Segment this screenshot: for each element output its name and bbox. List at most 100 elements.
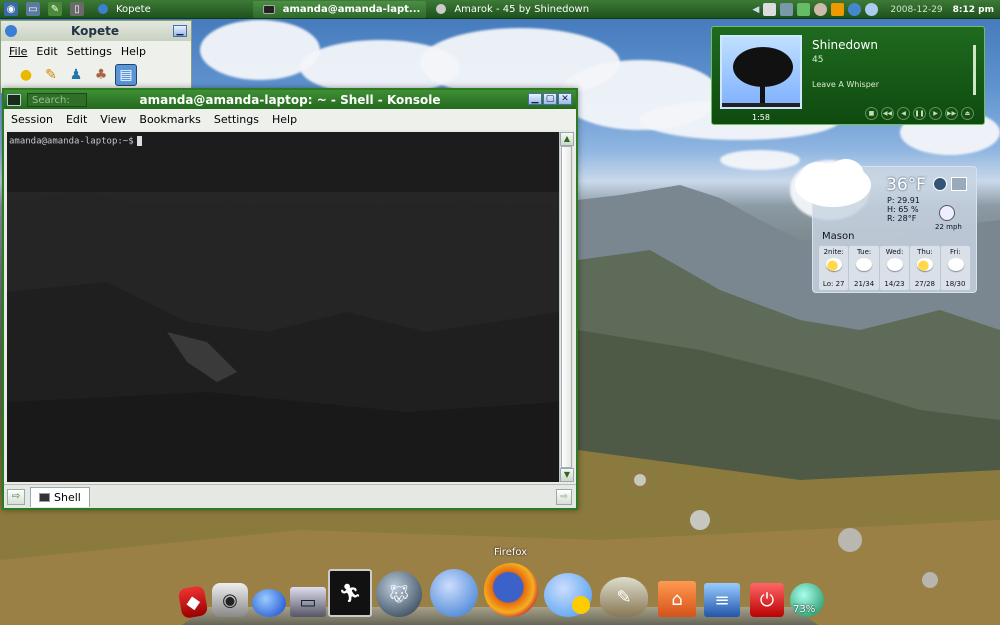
partly-sunny-icon	[826, 258, 842, 271]
menu-edit[interactable]: Edit	[66, 113, 87, 126]
firefox-icon[interactable]	[484, 563, 538, 617]
kopete-titlebar[interactable]: Kopete ▁	[1, 21, 191, 41]
tray-arrow-icon[interactable]: ◀	[752, 5, 759, 15]
kopete-menu-settings[interactable]: Settings	[67, 45, 112, 58]
dock-hover-label: Firefox	[494, 547, 528, 558]
menu-view[interactable]: View	[100, 113, 126, 126]
runner-app-icon[interactable]: 🏃︎	[328, 569, 372, 617]
kopete-minimize-button[interactable]: ▁	[173, 25, 187, 37]
dock: Firefox ◆ ◉ ▭ 🏃︎ 🐺︎ ✎ ⌂ ≡ ⏻ 73%	[172, 547, 828, 625]
forecast-day-name: Thu:	[917, 248, 933, 256]
camera-icon[interactable]: ◉	[212, 583, 248, 617]
snow-cloud-icon	[856, 258, 873, 271]
city-name: Mason	[822, 231, 855, 242]
partly-sunny-icon	[917, 258, 934, 271]
bubble-app-icon[interactable]	[252, 589, 286, 617]
forecast-hilo: 14/23	[884, 280, 905, 288]
pause-icon[interactable]: ❚❚	[913, 107, 926, 120]
contacts-icon[interactable]: ♣	[90, 64, 112, 86]
folder-icon[interactable]: ▤	[115, 64, 137, 86]
star-icon[interactable]	[797, 3, 811, 16]
add-contact-icon[interactable]: ♟	[65, 64, 87, 86]
amarok-widget: Shinedown 45 Leave A Whisper 1:58 ■ ◀◀ ◀…	[711, 26, 985, 125]
tab-shell[interactable]: Shell	[30, 486, 90, 507]
realfeel: R: 28°F	[887, 214, 917, 223]
menu-settings[interactable]: Settings	[214, 113, 259, 126]
konsole-icon	[262, 4, 275, 14]
edit-icon[interactable]: ✎	[40, 64, 62, 86]
menu-session[interactable]: Session	[11, 113, 53, 126]
scrollbar-thumb[interactable]	[561, 146, 572, 468]
flag-app-icon[interactable]: ◆	[177, 584, 209, 620]
clipboard-icon[interactable]	[763, 3, 777, 16]
terminal-prompt: amanda@amanda-laptop:~$	[7, 132, 559, 151]
album-cover	[720, 35, 802, 109]
taskbar-konsole-label: amanda@amanda-lapt...	[282, 3, 421, 15]
pressure: P: 29.91	[887, 196, 920, 205]
desktop-icon[interactable]: ▭	[26, 2, 40, 16]
kopete-menu-edit[interactable]: Edit	[36, 45, 57, 58]
document-icon[interactable]: ≡	[704, 583, 740, 617]
forecast-hilo: 27/28	[914, 280, 936, 288]
amarok-controls: ■ ◀◀ ◀ ❚❚ ▶ ▶▶ ⏏	[865, 107, 974, 120]
amarok-artist: Shinedown	[812, 38, 878, 52]
files-icon[interactable]: ▯	[70, 2, 84, 16]
forecast-hilo: 18/30	[945, 280, 966, 288]
taskbar-konsole[interactable]: amanda@amanda-lapt...	[252, 0, 427, 18]
monitor-icon[interactable]: ▭	[290, 587, 326, 617]
power-icon[interactable]: ⏻	[750, 583, 784, 617]
forecast-day: Fri: 18/30	[940, 246, 971, 290]
prompt-text: amanda@amanda-laptop:~$	[9, 136, 134, 147]
network-icon[interactable]	[780, 3, 794, 16]
eject-icon[interactable]: ⏏	[961, 107, 974, 120]
launcher-icon[interactable]: ✎	[48, 2, 62, 16]
update-icon[interactable]	[831, 3, 845, 16]
taskbar-amarok[interactable]: Amarok - 45 by Shinedown	[426, 1, 595, 18]
forecast-day: Wed: 14/23	[879, 246, 910, 290]
forecast-day-name: Wed:	[885, 248, 904, 256]
menu-bookmarks[interactable]: Bookmarks	[139, 113, 200, 126]
kde-menu-icon[interactable]: ◉	[4, 2, 18, 16]
battery-percent: 73%	[793, 604, 816, 615]
next-icon[interactable]: ▶▶	[945, 107, 958, 120]
taskbar-kopete[interactable]: Kopete	[88, 1, 157, 18]
forecast-day: Thu: 27/28	[910, 246, 940, 290]
close-tab-button[interactable]: ⇨	[556, 488, 572, 505]
forecast-day-name: 2nite:	[823, 248, 844, 256]
gimp-icon[interactable]: ✎	[600, 577, 648, 617]
previous-icon[interactable]: ◀◀	[881, 107, 894, 120]
weather-details: P: 29.91 H: 65 % R: 28°F	[887, 196, 920, 223]
radar-icon[interactable]	[951, 177, 967, 191]
globe-icon[interactable]	[933, 177, 947, 191]
scroll-up-arrow-icon[interactable]: ▲	[560, 132, 574, 146]
forward-icon[interactable]: ▶	[929, 107, 942, 120]
clock-time[interactable]: 8:12 pm	[953, 5, 994, 15]
konsole-titlebar[interactable]: Search: amanda@amanda-laptop: ~ - Shell …	[4, 90, 576, 109]
amarok-wolf-icon[interactable]: 🐺︎	[376, 571, 422, 617]
wind-direction-icon	[939, 205, 955, 221]
status-icon[interactable]: ●	[15, 64, 37, 86]
terminal-area[interactable]: amanda@amanda-laptop:~$	[7, 132, 559, 482]
battery-icon[interactable]	[865, 3, 879, 16]
close-button[interactable]: ✕	[558, 93, 572, 105]
rewind-icon[interactable]: ◀	[897, 107, 910, 120]
maximize-button[interactable]: ▢	[543, 93, 557, 105]
minimize-button[interactable]: ▁	[528, 93, 542, 105]
chat-bubble-icon[interactable]	[544, 573, 592, 617]
current-temperature: 36°F	[886, 175, 926, 195]
home-folder-icon[interactable]: ⌂	[658, 581, 696, 617]
volume-slider[interactable]	[973, 45, 976, 95]
kopete-menu-help[interactable]: Help	[121, 45, 146, 58]
stop-icon[interactable]: ■	[865, 107, 878, 120]
new-tab-button[interactable]: ⇨	[7, 488, 25, 505]
globe-icon[interactable]	[848, 3, 862, 16]
terminal-scrollbar[interactable]: ▲ ▼	[559, 132, 574, 482]
ice-app-icon[interactable]	[430, 569, 478, 617]
forecast-hilo: Lo: 27	[822, 280, 845, 288]
kopete-menu-file[interactable]: File	[9, 45, 27, 58]
kopete-tray-icon[interactable]	[814, 3, 828, 16]
scroll-down-arrow-icon[interactable]: ▼	[560, 468, 574, 482]
forecast-hilo: 21/34	[854, 280, 875, 288]
menu-help[interactable]: Help	[272, 113, 297, 126]
clock-date[interactable]: 2008-12-29	[890, 5, 942, 15]
